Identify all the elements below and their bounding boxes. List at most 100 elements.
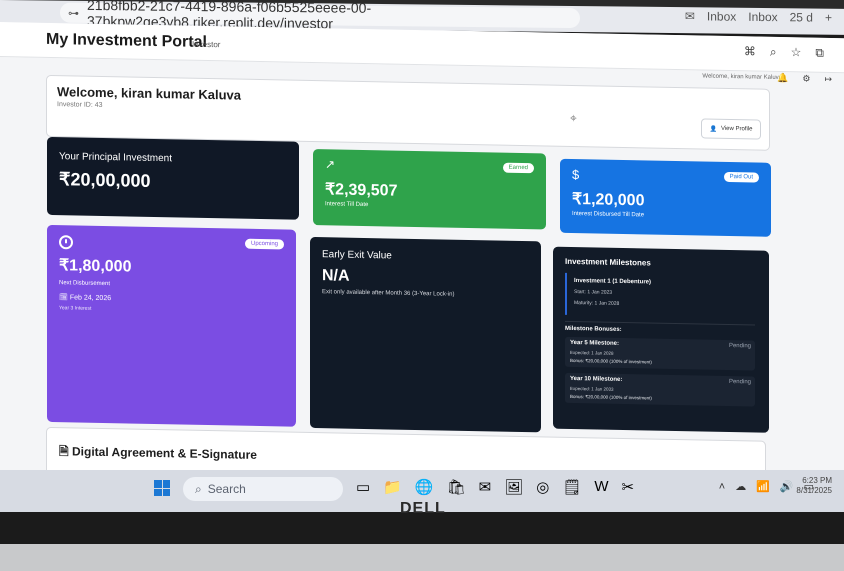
upcoming-badge: Upcoming (244, 238, 284, 250)
role-label: Investor (192, 39, 221, 50)
calendar-icon: 🗓 (59, 294, 68, 302)
bell-icon[interactable]: 🔔 (777, 73, 788, 84)
new-tab-icon[interactable]: + (825, 11, 832, 25)
cloud-icon[interactable]: ☁ (735, 480, 746, 493)
logo-quad (154, 480, 162, 488)
milestones-card: Investment Milestones Investment 1 (1 De… (553, 246, 769, 433)
early-note: Exit only available after Month 36 (3-Ye… (322, 289, 455, 298)
notepad-icon[interactable]: 🗒 (562, 478, 581, 496)
next-label: Next Disbursement (59, 280, 111, 288)
snipping-icon[interactable]: ✂ (622, 478, 635, 496)
interest-card: ↗ Earned ₹2,39,507 Interest Till Date (313, 149, 546, 230)
early-title: Early Exit Value (322, 249, 392, 262)
bonus-amount: Bonus: ₹20,00,000 (100% of investment) (570, 393, 652, 401)
store-icon[interactable]: 🛍 (447, 478, 466, 496)
welcome-title: Welcome, kiran kumar Kaluva (57, 84, 242, 103)
logo-quad (162, 480, 170, 488)
browser-tools: ⌘ ⌕ ☆ ⧉ (744, 44, 824, 61)
principal-value: ₹20,00,000 (59, 169, 151, 191)
view-profile-label: View Profile (720, 125, 753, 133)
logo-quad (162, 488, 170, 496)
principal-label: Your Principal Investment (59, 151, 173, 165)
earned-badge: Earned (502, 162, 534, 174)
bonus-amount: Bonus: ₹20,00,000 (100% of investment) (570, 357, 652, 365)
clock-date: 8/31/2025 (796, 486, 832, 495)
header-actions: 🔔 ⚙ ↦ (777, 73, 832, 85)
next-date: 🗓 Feb 24, 2026 (59, 293, 111, 302)
bonus-name: Year 5 Milestone: (570, 339, 620, 347)
gear-icon[interactable]: ⚙ (802, 73, 810, 84)
bonus-name: Year 10 Milestone: (570, 375, 623, 383)
investor-id: Investor ID: 43 (57, 101, 103, 109)
bonus-item: Year 5 Milestone: Pending Expected: 1 Ja… (565, 336, 755, 371)
investment-name: Investment 1 (1 Debenture) (574, 278, 652, 286)
clock-icon (59, 235, 73, 250)
agreement-title: 🗎 Digital Agreement & E-Signature (59, 442, 257, 467)
mail-tab-icon[interactable]: ✉ (685, 9, 695, 23)
early-value: N/A (322, 267, 350, 285)
taskbar-search[interactable]: ⌕ Search (183, 477, 343, 501)
user-icon: 👤 (709, 126, 717, 133)
dell-logo: DELL (400, 500, 446, 517)
file-explorer-icon[interactable]: 📁 (383, 478, 402, 496)
disbursed-value: ₹1,20,000 (572, 190, 645, 210)
paid-out-badge: Paid Out (723, 171, 759, 183)
site-info-icon[interactable]: ⊶ (68, 6, 79, 19)
tab-label[interactable]: Inbox (748, 10, 777, 24)
star-icon[interactable]: ☆ (791, 45, 802, 60)
clock-time: 6:23 PM (802, 476, 832, 485)
bonus-status: Pending (728, 342, 751, 350)
investment-details: Investment 1 (1 Debenture) Start: 1 Jan … (565, 272, 755, 319)
bonus-expected: Expected: 1 Jan 2028 (570, 349, 614, 356)
milestones-title: Investment Milestones (565, 256, 651, 268)
document-icon: 🗎 (59, 444, 69, 459)
chevron-up-icon[interactable]: ˄ (719, 481, 725, 493)
zoom-icon[interactable]: ⌕ (770, 45, 777, 60)
key-icon[interactable]: ⌘ (744, 44, 756, 59)
disbursed-label: Interest Disbursed Till Date (572, 210, 645, 219)
chrome-icon[interactable]: ◎ (536, 478, 549, 496)
extensions-icon[interactable]: ⧉ (815, 46, 824, 61)
photos-icon[interactable]: 🖼 (504, 478, 523, 496)
next-value: ₹1,80,000 (59, 257, 132, 276)
dollar-icon: $ (572, 166, 580, 183)
bonus-item: Year 10 Milestone: Pending Expected: 1 J… (565, 372, 755, 407)
agreement-title-text: Digital Agreement & E-Signature (72, 444, 257, 462)
search-placeholder: Search (207, 482, 246, 496)
view-profile-button[interactable]: 👤 View Profile (701, 118, 761, 140)
next-disbursement-card: Upcoming ₹1,80,000 Next Disbursement 🗓 F… (47, 224, 296, 427)
mail-icon[interactable]: ✉ (479, 478, 492, 496)
early-exit-card: Early Exit Value N/A Exit only available… (310, 236, 541, 433)
logo-quad (154, 488, 162, 496)
bonus-status: Pending (728, 378, 751, 386)
bonus-expected: Expected: 1 Jan 2033 (570, 385, 614, 392)
principal-card: Your Principal Investment ₹20,00,000 (47, 136, 299, 220)
interest-value: ₹2,39,507 (325, 181, 398, 200)
speaker-icon[interactable]: 🔊 (780, 480, 794, 493)
laptop-base (0, 544, 844, 571)
next-year: Year 3 Interest (59, 305, 92, 312)
divider (565, 320, 755, 326)
task-view-icon[interactable]: ▭ (356, 478, 370, 496)
windows-start-icon[interactable] (154, 480, 170, 496)
edge-icon[interactable]: 🌐 (415, 478, 434, 496)
mouse-cursor-icon: ⌖ (570, 110, 577, 126)
next-date-text: Feb 24, 2026 (69, 294, 112, 303)
trend-up-icon: ↗ (325, 157, 336, 172)
interest-label: Interest Till Date (325, 201, 369, 209)
page-title: My Investment Portal (46, 30, 207, 51)
investment-maturity: Maturity: 1 Jan 2028 (574, 300, 620, 307)
search-icon: ⌕ (195, 481, 202, 496)
disbursed-card: $ Paid Out ₹1,20,000 Interest Disbursed … (560, 158, 771, 237)
logout-icon[interactable]: ↦ (824, 74, 832, 85)
word-icon[interactable]: W (594, 478, 608, 496)
system-clock[interactable]: 6:23 PM 8/31/2025 (796, 476, 832, 496)
bonus-heading: Milestone Bonuses: (565, 325, 622, 333)
welcome-text: Welcome, kiran kumar Kaluva (702, 73, 782, 82)
investment-start: Start: 1 Jan 2023 (574, 289, 613, 296)
pinned-apps: ▭ 📁 🌐 🛍 ✉ 🖼 ◎ 🗒 W ✂ (356, 478, 634, 496)
browser-viewport: My Investment Portal Investor ⌘ ⌕ ☆ ⧉ We… (0, 22, 844, 487)
wifi-icon[interactable]: 📶 (756, 480, 770, 493)
tab-label[interactable]: 25 d (790, 10, 813, 24)
tab-label[interactable]: Inbox (707, 9, 736, 23)
